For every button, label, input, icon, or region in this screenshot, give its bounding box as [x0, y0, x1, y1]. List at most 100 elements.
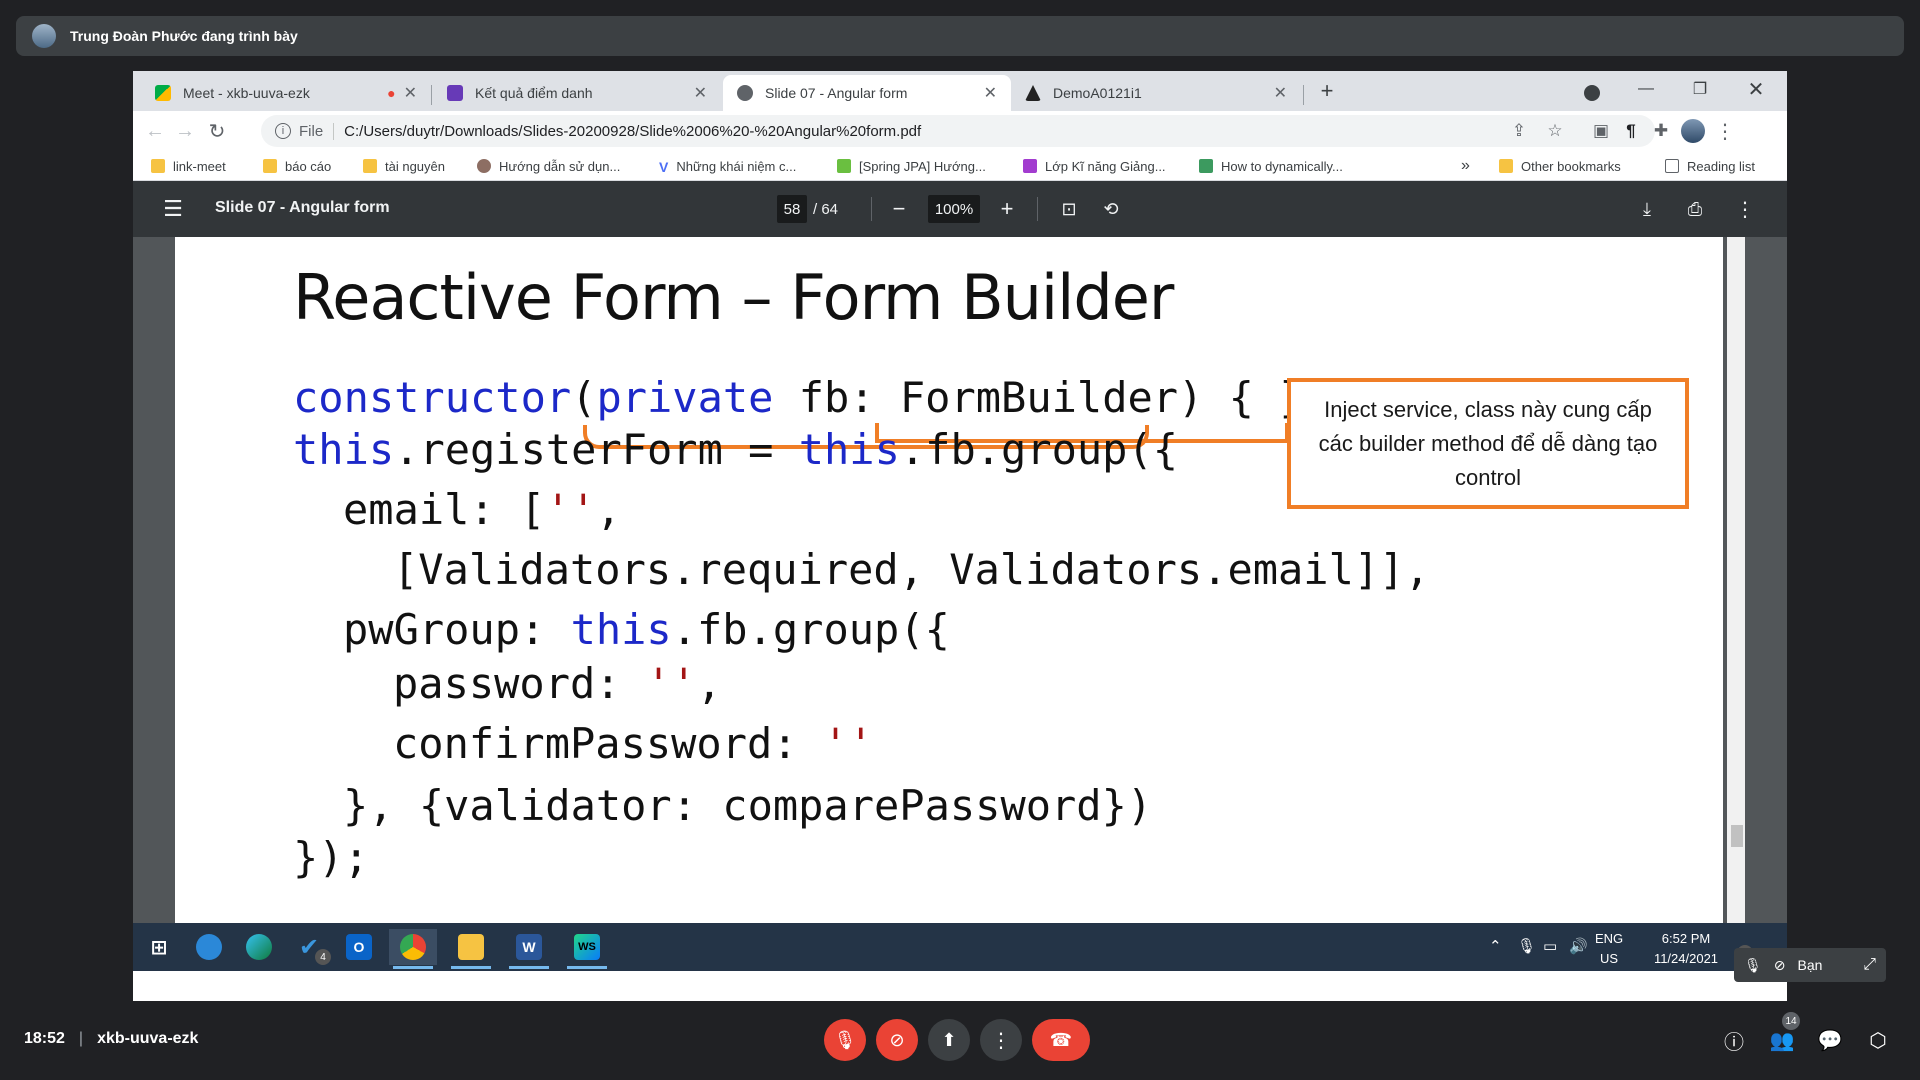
tab-slide-pdf[interactable]: Slide 07 - Angular form ✕ [723, 75, 1011, 111]
zoom-out-icon[interactable]: − [887, 196, 911, 221]
pdf-toolbar: ☰ Slide 07 - Angular form 58 / 64 − 100%… [133, 181, 1787, 237]
hamburger-menu-icon[interactable]: ☰ [161, 196, 185, 221]
code-line-6: password: '', [393, 659, 722, 708]
close-tab-icon[interactable]: ✕ [984, 83, 997, 103]
tab-meet[interactable]: Meet - xkb-uuva-ezk ● ✕ [141, 75, 431, 111]
extensions-puzzle-icon[interactable]: ✚ [1649, 119, 1673, 143]
extension-blocker-icon[interactable]: ▣ [1589, 119, 1613, 143]
file-explorer-icon[interactable] [447, 929, 495, 969]
close-tab-icon[interactable]: ✕ [404, 83, 417, 103]
todo-icon[interactable]: ✔ 4 [285, 929, 333, 965]
bookmark-star-icon[interactable]: ☆ [1543, 119, 1567, 143]
edge-icon[interactable] [235, 929, 283, 965]
fit-page-icon[interactable]: ⊡ [1057, 197, 1081, 221]
app-icon[interactable] [185, 929, 233, 965]
meeting-info: 18:52 | xkb-uuva-ezk [24, 1030, 198, 1048]
chrome-menu-icon[interactable]: ⋮ [1713, 119, 1737, 143]
info-icon: ⓘ [1724, 1031, 1744, 1054]
download-icon[interactable]: ⤓ [1635, 197, 1659, 221]
more-options-button[interactable]: ⋮ [980, 1019, 1022, 1061]
forward-icon[interactable]: → [173, 119, 197, 143]
close-tab-icon[interactable]: ✕ [1274, 83, 1287, 103]
print-icon[interactable]: ⎙ [1683, 197, 1707, 221]
bookmark-nhung-khai-niem[interactable]: V Những khái niệm c... [659, 157, 796, 176]
more-vert-icon: ⋮ [991, 1029, 1011, 1052]
presenter-text: Trung Đoàn Phước đang trình bày [70, 28, 298, 44]
info-icon[interactable]: i [275, 123, 291, 139]
reload-icon[interactable]: ↻ [205, 119, 229, 143]
chrome-icon[interactable] [389, 929, 437, 969]
folder-icon [151, 159, 165, 173]
word-icon[interactable]: W [505, 929, 553, 969]
zoom-input[interactable]: 100% [928, 195, 980, 223]
close-window-button[interactable]: ✕ [1729, 71, 1783, 107]
camera-off-icon: ⊘ [889, 1029, 905, 1050]
folder-icon [363, 159, 377, 173]
scrollbar[interactable] [1727, 237, 1745, 923]
pilcrow-extension-icon[interactable]: ¶ [1619, 119, 1643, 143]
bookmark-other[interactable]: Other bookmarks [1499, 157, 1621, 175]
close-tab-icon[interactable]: ✕ [694, 83, 707, 103]
language-indicator[interactable]: ENG US [1595, 929, 1623, 969]
url-scheme: File [299, 122, 335, 140]
present-screen-button[interactable]: ⬆ [928, 1019, 970, 1061]
page-total: / 64 [813, 201, 839, 218]
folder-icon [263, 159, 277, 173]
pdf-viewer: Reactive Form – Form Builder constructor… [133, 237, 1787, 923]
presenter-banner: Trung Đoàn Phước đang trình bày [16, 16, 1904, 56]
bookmark-lop-ki-nang[interactable]: Lớp Kĩ năng Giảng... [1023, 157, 1166, 175]
bookmark-huong-dan[interactable]: Hướng dẫn sử dụn... [477, 157, 620, 175]
slide-title: Reactive Form – Form Builder [293, 261, 1174, 334]
reading-list[interactable]: Reading list [1665, 157, 1755, 175]
slide-page: Reactive Form – Form Builder constructor… [175, 237, 1723, 923]
people-button[interactable]: 👥 [1768, 1026, 1796, 1054]
share-icon[interactable]: ⇪ [1507, 119, 1531, 143]
minimize-button[interactable]: — [1619, 71, 1673, 107]
tab-search-icon[interactable] [1565, 75, 1619, 111]
activities-button[interactable]: ⬡ [1864, 1026, 1892, 1054]
page-number-input[interactable]: 58 [777, 195, 807, 223]
v-site-icon: V [659, 159, 669, 175]
self-view-tile[interactable]: 🎙 ⊘ Bạn ⤢ [1734, 948, 1886, 982]
bookmark-spring-jpa[interactable]: [Spring JPA] Hướng... [837, 157, 986, 175]
folder-icon [1499, 159, 1513, 173]
bookmark-how-to[interactable]: How to dynamically... [1199, 157, 1343, 175]
a-site-icon [1023, 159, 1037, 173]
bookmarks-bar: link-meet báo cáo tài nguyên Hướng dẫn s… [133, 151, 1787, 181]
address-bar[interactable]: i File C:/Users/duytr/Downloads/Slides-2… [261, 115, 1655, 147]
code-line-3: email: ['', [343, 485, 622, 534]
zoom-in-icon[interactable]: + [995, 196, 1019, 221]
mic-off-icon: 🎙 [1744, 956, 1762, 973]
end-call-button[interactable]: ☎ [1032, 1019, 1090, 1061]
pdf-more-icon[interactable]: ⋮ [1733, 197, 1757, 221]
code-line-9: }); [293, 833, 369, 882]
profile-avatar[interactable] [1681, 119, 1705, 143]
outlook-icon[interactable]: O [335, 929, 383, 965]
bookmark-tai-nguyen[interactable]: tài nguyên [363, 157, 445, 175]
webstorm-icon[interactable]: WS [563, 929, 611, 969]
mic-toggle-button[interactable]: 🎙 [824, 1019, 866, 1061]
back-icon[interactable]: ← [143, 119, 167, 143]
volume-icon[interactable]: 🔊 [1569, 937, 1588, 955]
bookmarks-overflow-icon[interactable]: » [1461, 157, 1470, 175]
taskbar-clock[interactable]: 6:52 PM 11/24/2021 [1641, 929, 1731, 969]
reading-list-icon [1665, 159, 1679, 173]
meeting-details-button[interactable]: ⓘ [1720, 1026, 1748, 1054]
bookmark-link-meet[interactable]: link-meet [151, 157, 226, 175]
expand-icon[interactable]: ⤢ [1863, 956, 1876, 974]
battery-icon[interactable]: ▭ [1543, 937, 1557, 955]
windows-start-icon[interactable]: ⊞ [135, 929, 183, 965]
chat-button[interactable]: 💬 [1816, 1026, 1844, 1054]
chevron-up-icon[interactable]: ⌃ [1489, 937, 1502, 955]
new-tab-button[interactable]: + [1313, 77, 1341, 105]
restore-button[interactable]: ❐ [1673, 71, 1727, 107]
scrollbar-thumb[interactable] [1731, 825, 1743, 847]
tab-attendance[interactable]: Kết quả điểm danh ✕ [433, 75, 721, 111]
camera-toggle-button[interactable]: ⊘ [876, 1019, 918, 1061]
bookmark-bao-cao[interactable]: báo cáo [263, 157, 331, 175]
spring-icon [837, 159, 851, 173]
rotate-icon[interactable]: ⟲ [1099, 197, 1123, 221]
callout-box: Inject service, class này cung cấp các b… [1287, 378, 1689, 509]
microphone-icon[interactable]: 🎙 [1517, 937, 1536, 955]
tab-demo[interactable]: DemoA0121i1 ✕ [1011, 75, 1301, 111]
